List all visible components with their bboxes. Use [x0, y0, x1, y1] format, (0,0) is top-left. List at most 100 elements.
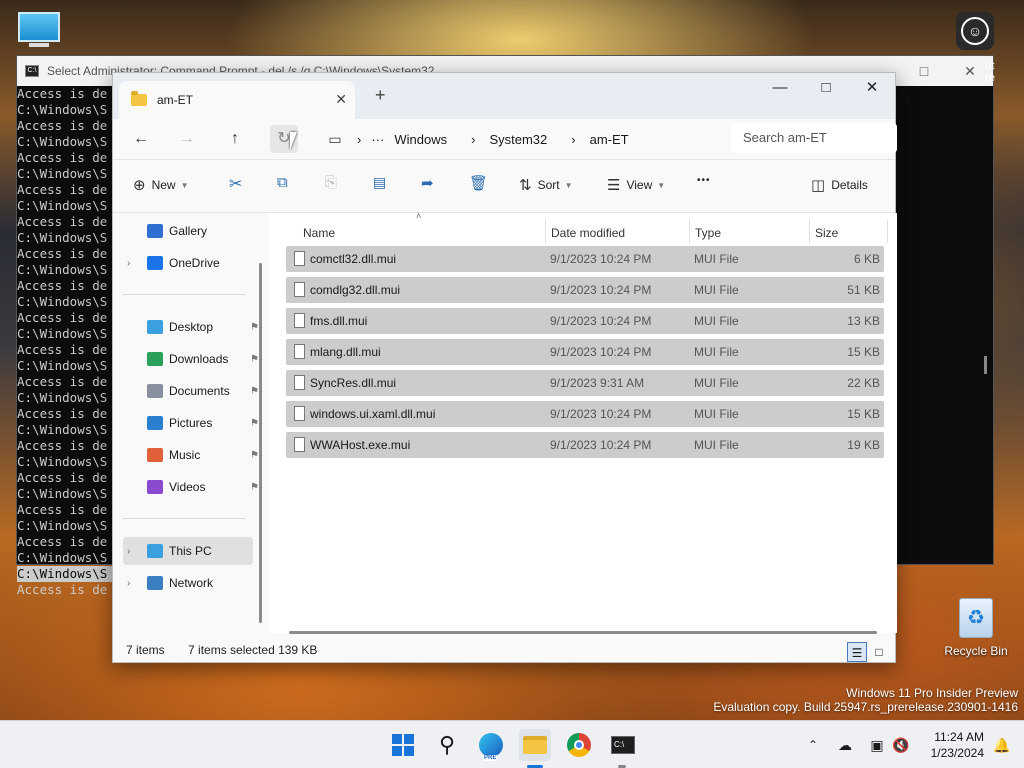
file-row[interactable]: fms.dll.mui 9/1/2023 10:24 PM MUI File 13 K… — [286, 308, 884, 334]
minimize-button[interactable]: — — [757, 73, 803, 103]
file-type: MUI File — [694, 407, 739, 421]
file-row[interactable]: mlang.dll.mui 9/1/2023 10:24 PM MUI File 15… — [286, 339, 884, 365]
recycle-bin[interactable]: ♻ Recycle Bin — [944, 598, 1008, 658]
cmd-line: C:\Windows\S — [17, 550, 108, 565]
file-row[interactable]: WWAHost.exe.mui 9/1/2023 10:24 PM MUI File… — [286, 432, 884, 458]
file-size: 15 KB — [847, 407, 880, 421]
file-name: fms.dll.mui — [310, 314, 368, 328]
navigation-scrollbar[interactable] — [259, 263, 262, 623]
desktop-this-pc-icon[interactable] — [18, 12, 60, 48]
chrome-icon[interactable] — [563, 729, 595, 761]
copy-icon[interactable]: ⧉ — [277, 174, 288, 191]
sidebar-item-onedrive[interactable]: › OneDrive — [123, 249, 253, 277]
rename-icon[interactable]: ▤ — [373, 174, 386, 191]
view-button[interactable]: ☰ View ▼ — [607, 176, 665, 194]
cmd-scrollbar[interactable] — [984, 356, 987, 374]
file-explorer-taskbar-icon[interactable] — [519, 729, 551, 761]
close-button[interactable]: ✕ — [849, 73, 895, 103]
sidebar-item-label: Downloads — [169, 352, 229, 366]
expand-chevron-icon[interactable]: › — [127, 546, 130, 557]
file-row[interactable]: SyncRes.dll.mui 9/1/2023 9:31 AM MUI File 2… — [286, 370, 884, 396]
breadcrumb-windows[interactable]: Windows — [394, 132, 447, 147]
sidebar-item-pictures[interactable]: Pictures ⚑ — [123, 409, 259, 437]
file-icon — [294, 375, 305, 390]
column-header-size[interactable]: Size — [815, 219, 838, 247]
expand-chevron-icon[interactable]: › — [127, 258, 130, 269]
back-button[interactable]: ← — [127, 125, 155, 153]
tiles-view-icon[interactable]: □ — [869, 642, 889, 662]
maximize-button[interactable]: □ — [803, 73, 849, 103]
column-header-name[interactable]: Name — [303, 219, 335, 247]
sidebar-item-this-pc[interactable]: › This PC — [123, 537, 253, 565]
cmd-output[interactable]: Access is de C:\Windows\S Access is de C:\W… — [17, 86, 117, 598]
start-button[interactable] — [387, 729, 419, 761]
sidebar-item-label: Gallery — [169, 224, 208, 238]
forward-button[interactable]: → — [173, 125, 201, 153]
delete-icon[interactable]: 🗑 — [469, 174, 488, 192]
details-button[interactable]: ◫ Details — [811, 176, 868, 194]
volume-muted-icon[interactable]: 🔇 — [885, 729, 917, 761]
breadcrumb-separator-icon: › — [357, 131, 362, 147]
file-date: 9/1/2023 9:31 AM — [550, 376, 645, 390]
new-button[interactable]: ⊕ New ▼ — [133, 176, 189, 194]
cmd-line: C:\Windows\S — [17, 166, 108, 181]
details-view-icon[interactable]: ☰ — [847, 642, 867, 662]
cmd-line: C:\Windows\S — [17, 102, 108, 117]
search-icon[interactable]: ⚲ — [431, 729, 463, 761]
tab-bar: am-ET ✕ + — □ ✕ — [113, 73, 895, 119]
breadcrumb-am-et[interactable]: am-ET — [590, 132, 629, 147]
notification-bell-icon[interactable]: 🔔 — [986, 729, 1018, 761]
sidebar-item-gallery[interactable]: Gallery — [123, 217, 253, 245]
breadcrumb-system32[interactable]: System32 — [489, 132, 547, 147]
sidebar-item-network[interactable]: › Network — [123, 569, 253, 597]
cmd-line: Access is de — [17, 374, 108, 389]
file-type: MUI File — [694, 438, 739, 452]
tab-close-icon[interactable]: ✕ — [335, 91, 347, 108]
cmd-line: Access is de — [17, 342, 108, 357]
file-explorer-window[interactable]: am-ET ✕ + — □ ✕ ← → ↑ ↻ ▭ › ··· Windows … — [112, 72, 897, 663]
more-options-button[interactable]: ••• — [697, 175, 711, 186]
column-header-type[interactable]: Type — [695, 219, 721, 247]
search-input[interactable]: Search am-ET — [731, 123, 897, 153]
sidebar-item-label: Videos — [169, 480, 206, 494]
file-row[interactable]: comdlg32.dll.mui 9/1/2023 10:24 PM MUI Fil… — [286, 277, 884, 303]
cmd-line: C:\Windows\S — [17, 230, 108, 245]
file-size: 22 KB — [847, 376, 880, 390]
gallery-icon — [147, 224, 163, 238]
cut-icon[interactable]: ✂ — [229, 174, 242, 194]
new-tab-button[interactable]: + — [375, 85, 386, 106]
column-header-date-modified[interactable]: Date modified — [551, 219, 625, 247]
sidebar-item-music[interactable]: Music ⚑ — [123, 441, 259, 469]
file-type: MUI File — [694, 283, 739, 297]
recycle-bin-label: Recycle Bin — [944, 644, 1008, 658]
user-account-icon[interactable]: ☺ — [956, 12, 994, 50]
tab-am-et[interactable]: am-ET ✕ — [119, 81, 355, 119]
paste-icon[interactable]: ⎘ — [325, 174, 337, 191]
file-date: 9/1/2023 10:24 PM — [550, 345, 652, 359]
sort-button[interactable]: ⇅ Sort ▼ — [519, 176, 573, 194]
file-list-scrollbar[interactable] — [289, 631, 877, 634]
sidebar-item-desktop[interactable]: Desktop ⚑ — [123, 313, 259, 341]
breadcrumb-overflow[interactable]: ··· — [371, 132, 384, 147]
terminal-icon[interactable]: C:\ — [607, 729, 639, 761]
sidebar-item-videos[interactable]: Videos ⚑ — [123, 473, 259, 501]
edge-beta-icon[interactable]: PRE — [475, 729, 507, 761]
file-icon — [294, 313, 305, 328]
expand-chevron-icon[interactable]: › — [127, 578, 130, 589]
cmd-line: Access is de — [17, 182, 108, 197]
sidebar-item-label: Network — [169, 576, 214, 590]
onedrive-offline-icon[interactable]: ☁ — [829, 729, 861, 761]
sidebar-item-label: OneDrive — [169, 256, 220, 270]
file-row[interactable]: windows.ui.xaml.dll.mui 9/1/2023 10:24 PM… — [286, 401, 884, 427]
breadcrumb-separator-icon: › — [571, 131, 576, 147]
sidebar-item-documents[interactable]: Documents ⚑ — [123, 377, 259, 405]
cmd-maximize-button[interactable]: □ — [901, 56, 947, 86]
up-button[interactable]: ↑ — [221, 125, 249, 153]
sidebar-item-downloads[interactable]: Downloads ⚑ — [123, 345, 259, 373]
file-row[interactable]: comctl32.dll.mui 9/1/2023 10:24 PM MUI Fil… — [286, 246, 884, 272]
network-icon — [147, 576, 163, 590]
clock[interactable]: 11:24 AM 1/23/2024 — [931, 729, 984, 761]
chevron-up-icon[interactable]: ⌃ — [797, 729, 829, 761]
share-icon[interactable]: ➦ — [421, 174, 434, 192]
pc-location-icon[interactable]: ▭ — [321, 125, 349, 153]
